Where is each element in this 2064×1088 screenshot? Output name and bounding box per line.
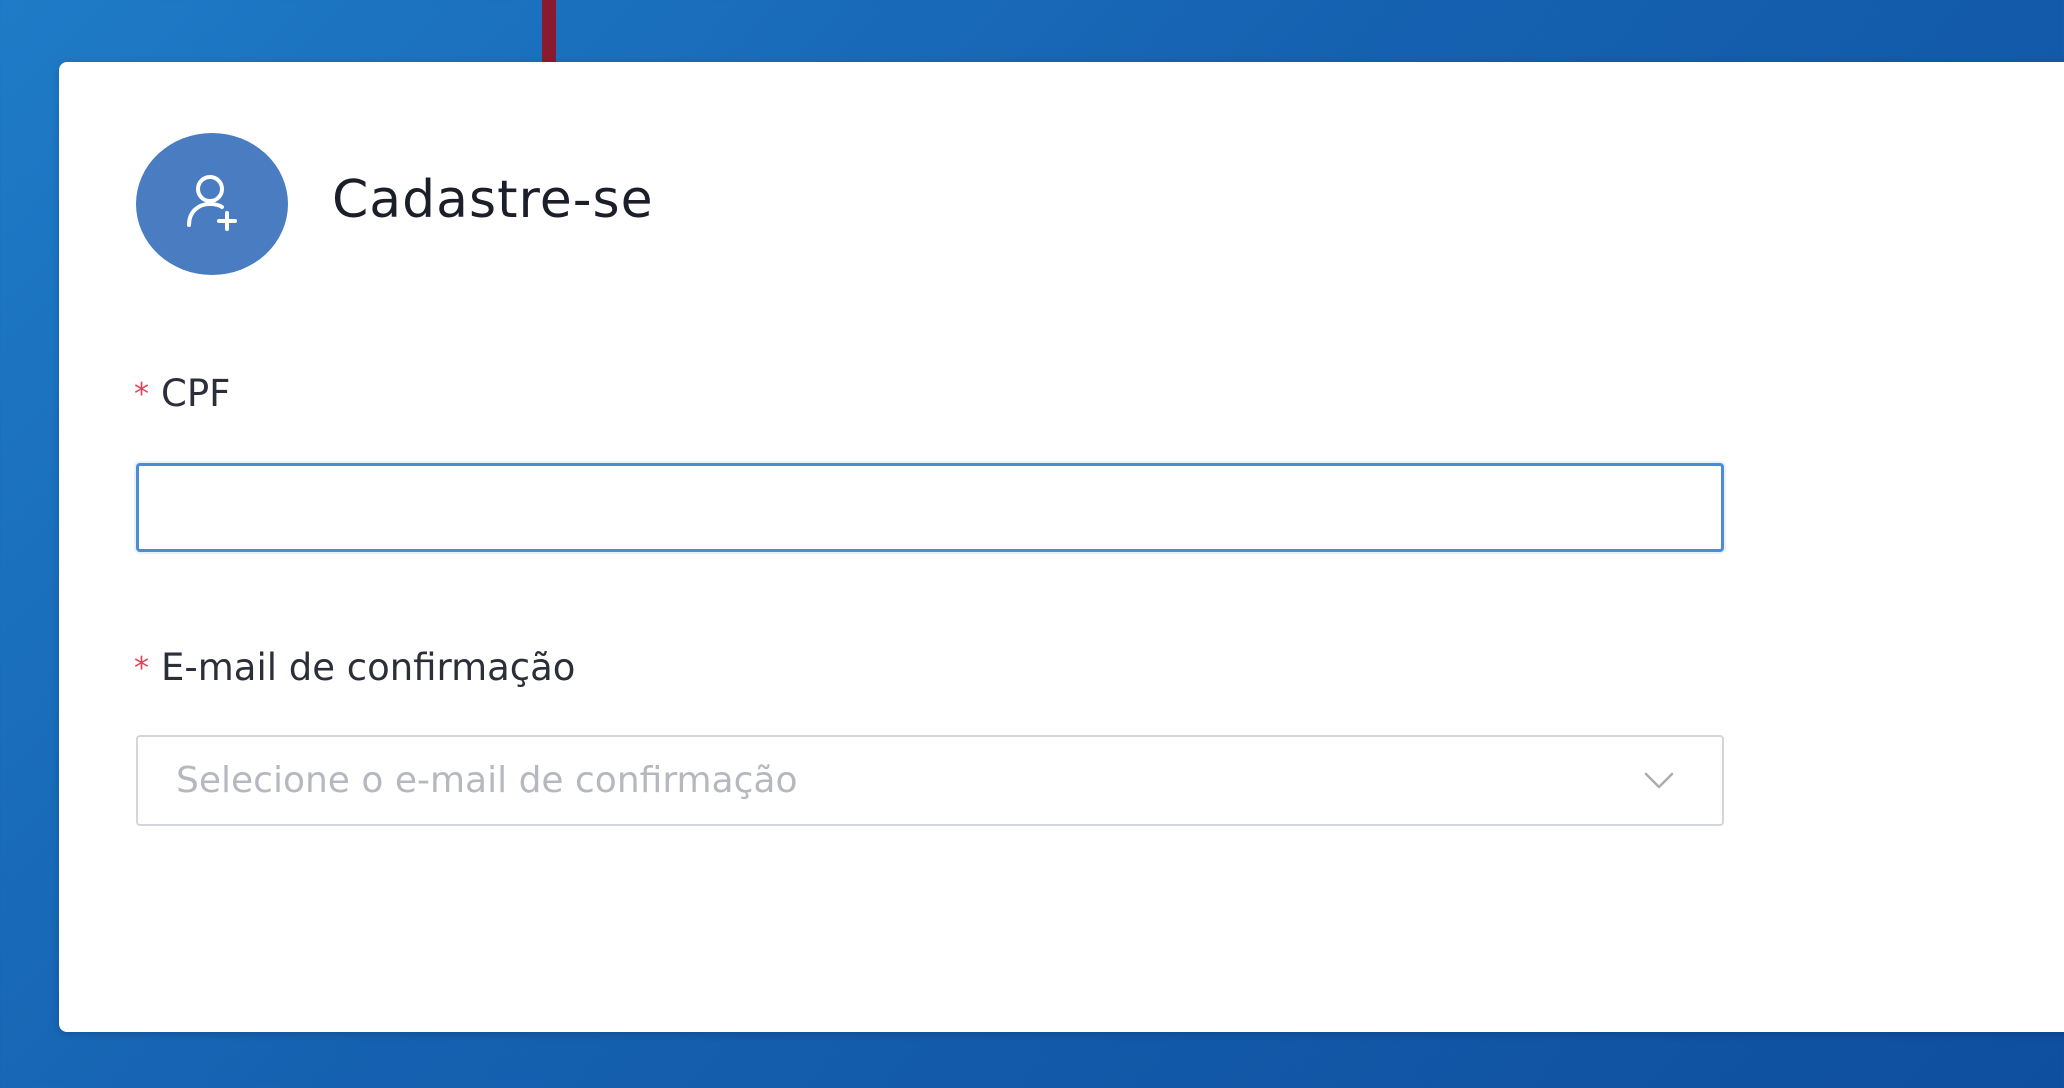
cpf-label-text: CPF bbox=[161, 372, 231, 415]
email-label: * E-mail de confirmação bbox=[134, 646, 575, 689]
chevron-down-icon bbox=[1644, 772, 1674, 788]
cpf-input[interactable] bbox=[136, 463, 1724, 552]
email-select-placeholder: Selecione o e-mail de confirmação bbox=[176, 760, 798, 801]
avatar bbox=[136, 133, 288, 275]
email-select[interactable]: Selecione o e-mail de confirmação bbox=[136, 735, 1724, 826]
required-mark: * bbox=[134, 377, 149, 412]
required-mark: * bbox=[134, 651, 149, 686]
email-label-text: E-mail de confirmação bbox=[161, 646, 576, 689]
page-title: Cadastre-se bbox=[332, 170, 654, 230]
user-add-icon bbox=[187, 175, 237, 231]
cpf-label: * CPF bbox=[134, 372, 230, 415]
